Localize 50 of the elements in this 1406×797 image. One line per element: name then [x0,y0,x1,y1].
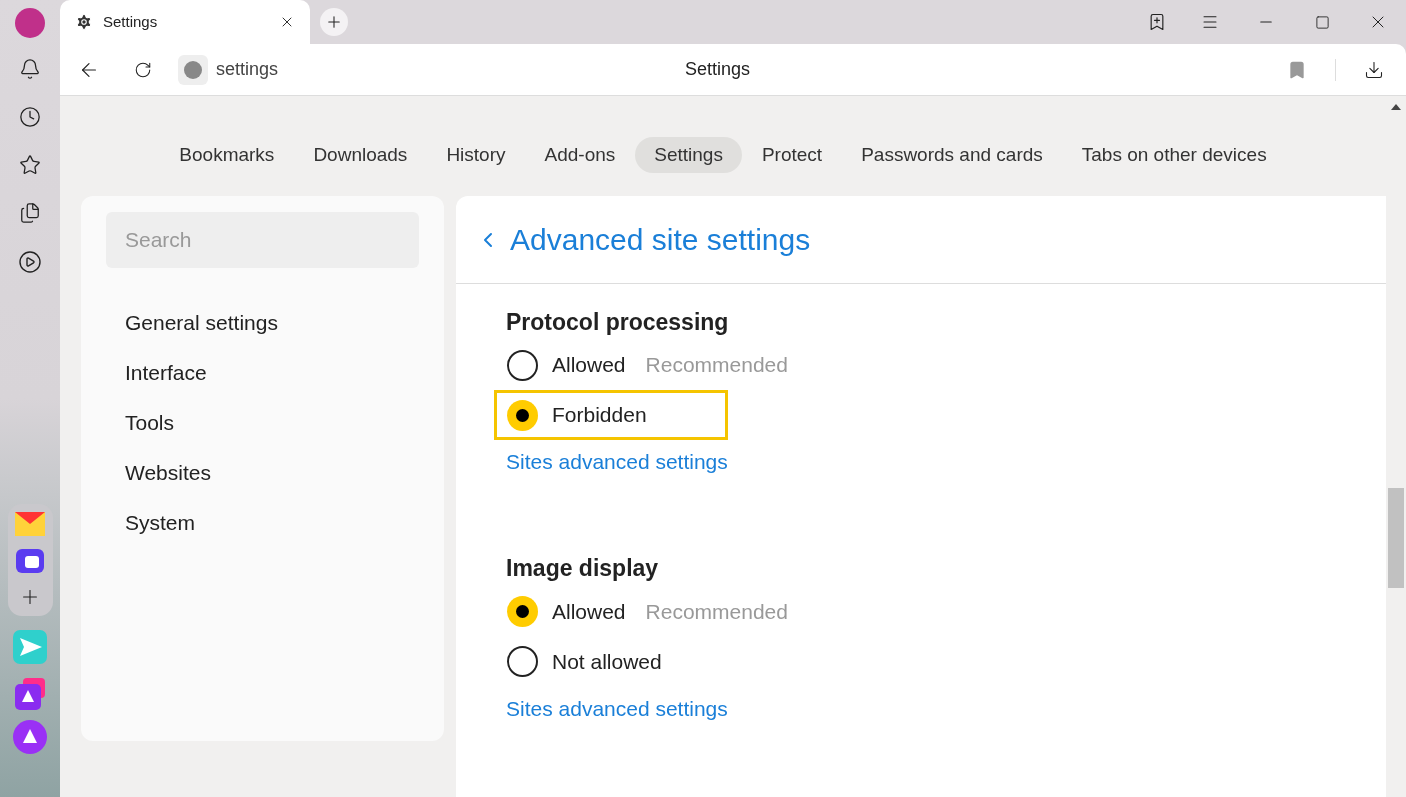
nav-tab[interactable]: Add-ons [525,137,635,173]
advanced-settings-link[interactable]: Sites advanced settings [494,446,728,478]
nav-tab[interactable]: Passwords and cards [842,137,1062,173]
option-label: Forbidden [552,402,647,429]
play-icon[interactable] [18,250,42,274]
sidebar-item[interactable]: System [106,498,419,548]
reload-icon[interactable] [134,60,152,79]
sidebar-item[interactable]: General settings [106,298,419,348]
assistant-icon[interactable] [13,720,47,754]
envelope-icon[interactable] [15,512,45,536]
panel-title: Advanced site settings [510,222,811,258]
radio-button[interactable] [507,399,538,431]
site-icon [178,54,208,85]
option-label: Allowed [552,352,626,379]
sidebar-item[interactable]: Interface [106,348,419,398]
clock-icon[interactable] [19,106,41,128]
nav-tab[interactable]: Settings [635,137,742,173]
search-field[interactable]: Search [106,212,419,268]
nav-tab[interactable]: History [427,137,525,173]
tab-title: Settings [103,11,159,32]
option-note: Recommended [645,598,788,625]
radio-button[interactable] [507,646,538,677]
star-icon[interactable] [19,154,41,176]
option-note: Recommended [645,352,788,379]
nav-tab[interactable]: Bookmarks [160,137,294,173]
new-tab-button[interactable] [320,8,348,36]
settings-icon [75,13,93,31]
section-heading: Protocol processing [505,307,730,337]
window-icon[interactable] [15,548,45,574]
nav-tab[interactable]: Downloads [294,137,427,173]
address-text[interactable]: settings [216,56,279,83]
radio-button[interactable] [507,349,538,381]
sidebar-item[interactable]: Tools [106,398,419,448]
option-label: Allowed [552,598,626,625]
page-title: Settings [684,58,752,81]
browser-tab[interactable]: Settings [60,0,310,44]
bell-icon[interactable] [19,58,41,80]
profile-avatar[interactable] [15,8,45,38]
nav-tab[interactable]: Tabs on other devices [1062,137,1286,173]
download-icon[interactable] [1364,59,1384,80]
option-label: Not allowed [552,648,662,675]
nav-tab[interactable]: Protect [742,137,842,173]
sidebar-item[interactable]: Websites [106,448,419,498]
app-icon[interactable] [15,678,45,710]
bookmark-icon[interactable] [1287,59,1307,80]
radio-button[interactable] [507,596,538,627]
section-heading: Image display [505,554,660,584]
advanced-settings-link[interactable]: Sites advanced settings [494,692,728,724]
documents-icon[interactable] [19,202,41,224]
plus-icon [325,13,343,31]
